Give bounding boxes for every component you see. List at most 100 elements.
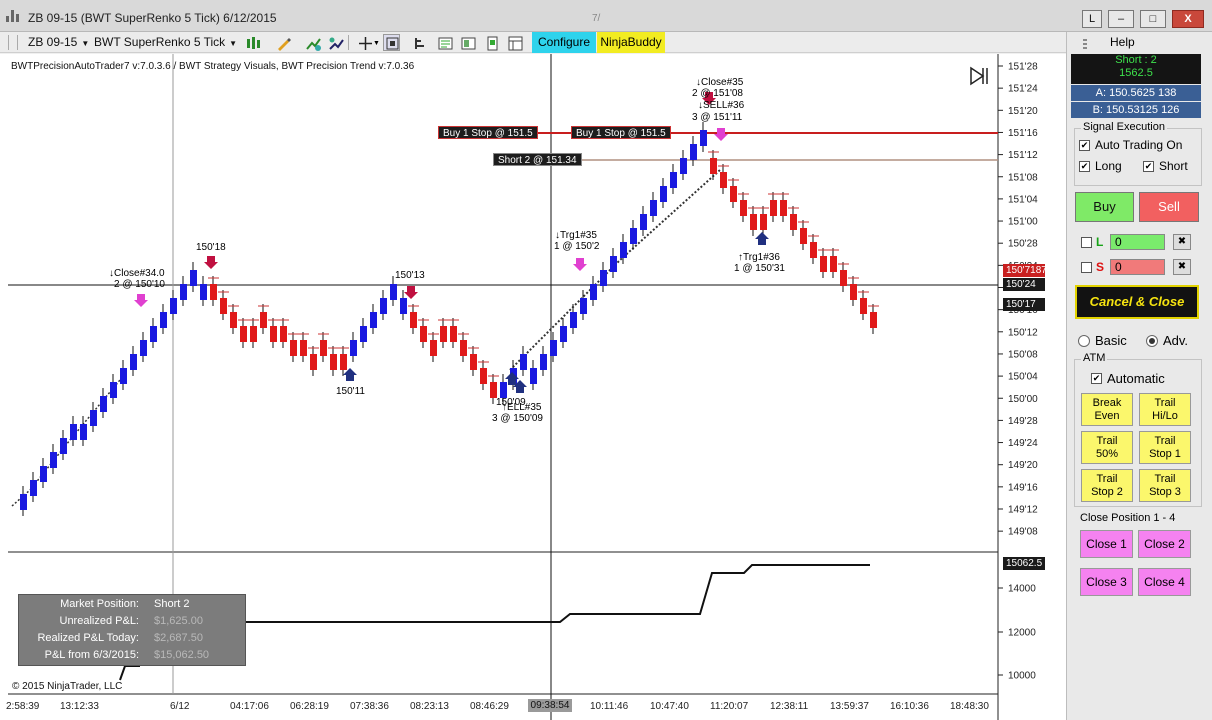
up-bar [530, 368, 537, 384]
window-layout-icon[interactable] [506, 34, 523, 51]
chart-trader-icon[interactable] [412, 34, 429, 51]
down-bar [840, 270, 847, 286]
down-bar [720, 172, 727, 188]
clear-icon[interactable]: ✖ [1173, 234, 1191, 250]
realized-label: Realized P&L Today: [37, 632, 139, 644]
close-window-button[interactable]: X [1172, 10, 1204, 28]
down-bar [830, 256, 837, 272]
data-box-icon[interactable] [383, 34, 400, 51]
trail-stop1-line1: Trail [1154, 435, 1176, 447]
instrument-dropdown[interactable]: ZB 09-15 ▼ [28, 35, 89, 49]
trail-stop2-line1: Trail [1096, 473, 1118, 485]
position-side: Short : 2 [1115, 54, 1157, 66]
ninjabuddy-button[interactable]: NinjaBuddy [597, 32, 665, 53]
up-bar [100, 396, 107, 412]
close-2-button[interactable]: Close 2 [1138, 530, 1191, 558]
up-bar [20, 494, 27, 510]
short-checkbox[interactable]: ✔ [1143, 161, 1154, 172]
sell-35-label: ↑ELL#35 [502, 402, 542, 413]
properties-icon[interactable] [436, 34, 453, 51]
window-title: ZB 09-15 (BWT SuperRenko 5 Tick) 6/12/20… [28, 11, 277, 25]
short-qty-label: S [1096, 260, 1105, 274]
cancel-close-button[interactable]: Cancel & Close [1075, 285, 1199, 319]
crosshair-time-tag: 09:38:54 [528, 699, 572, 712]
strategy-icon[interactable] [327, 34, 344, 51]
help-link[interactable]: Help [1110, 35, 1135, 49]
maximize-button[interactable]: □ [1140, 10, 1166, 28]
close-3-button[interactable]: Close 3 [1080, 568, 1133, 596]
basic-mode-radio[interactable] [1078, 335, 1090, 347]
template-icon[interactable] [459, 34, 476, 51]
up-bar [200, 284, 207, 300]
total-pnl-label: P&L from 6/3/2015: [44, 649, 139, 661]
add-indicator-icon[interactable] [304, 34, 321, 51]
price-tick-label: 149'28 [1008, 416, 1038, 427]
sell-button[interactable]: Sell [1139, 192, 1199, 222]
short-order-label[interactable]: Short 2 @ 151.34 [493, 153, 582, 166]
down-bar [760, 214, 767, 230]
break-even-button[interactable]: Break Even [1081, 393, 1133, 426]
up-bar [650, 200, 657, 216]
trail-stop3-line2: Stop 3 [1149, 486, 1181, 498]
signal-execution-title: Signal Execution [1081, 121, 1167, 133]
long-qty-row: L 0 ✖ [1079, 234, 1199, 250]
link-button[interactable]: L [1082, 10, 1102, 28]
auto-trading-checkbox[interactable]: ✔ [1079, 140, 1090, 151]
short-qty-checkbox[interactable] [1081, 262, 1092, 273]
configure-button[interactable]: Configure [532, 32, 596, 53]
long-qty-checkbox[interactable] [1081, 237, 1092, 248]
trail-50-line1: Trail [1096, 435, 1118, 447]
atm-automatic-checkbox[interactable]: ✔ [1091, 373, 1102, 384]
instrument-label: ZB 09-15 [28, 35, 78, 49]
clear-icon[interactable]: ✖ [1173, 259, 1191, 275]
close-1-button[interactable]: Close 1 [1080, 530, 1133, 558]
time-tick-label: 07:38:36 [350, 701, 389, 712]
chevron-down-icon[interactable]: ▼ [373, 40, 380, 47]
short-qty-input[interactable]: 0 [1110, 259, 1165, 275]
order-level-lines [11, 132, 998, 507]
down-bar [320, 340, 327, 356]
crosshair-icon[interactable] [356, 34, 373, 51]
play-broker-icon[interactable] [968, 66, 990, 86]
trail-stop3-button[interactable]: Trail Stop 3 [1139, 469, 1191, 502]
buy-button[interactable]: Buy [1075, 192, 1134, 222]
price-tick-label: 151'20 [1008, 106, 1038, 117]
down-arrow-icon [573, 258, 587, 271]
down-bar [280, 326, 287, 342]
up-bar [50, 452, 57, 468]
down-bar [450, 326, 457, 342]
market-position-row: Market Position: Short 2 [19, 598, 247, 613]
advanced-mode-radio[interactable] [1146, 335, 1158, 347]
time-tick-label: 18:48:30 [950, 701, 989, 712]
price-tick-label: 151'04 [1008, 194, 1038, 205]
trail-stop2-button[interactable]: Trail Stop 2 [1081, 469, 1133, 502]
bar-type-dropdown[interactable]: BWT SuperRenko 5 Tick ▼ [94, 35, 237, 49]
trail-50-button[interactable]: Trail 50% [1081, 431, 1133, 464]
minimize-button[interactable]: – [1108, 10, 1134, 28]
close-4-button[interactable]: Close 4 [1138, 568, 1191, 596]
time-tick-label: 12:38:11 [770, 701, 809, 712]
buy-stop-order-label[interactable]: Buy 1 Stop @ 151.5 [571, 126, 671, 139]
up-bar [630, 228, 637, 244]
down-bar [870, 312, 877, 328]
draw-pencil-icon[interactable] [274, 34, 291, 51]
time-tick-label: 04:17:06 [230, 701, 269, 712]
up-bar [560, 326, 567, 342]
copyright-text: © 2015 NinjaTrader, LLC [12, 681, 123, 692]
buy-stop-order-label[interactable]: Buy 1 Stop @ 151.5 [438, 126, 538, 139]
up-bar [90, 410, 97, 426]
long-checkbox[interactable]: ✔ [1079, 161, 1090, 172]
trail-hilo-line2: Hi/Lo [1152, 410, 1178, 422]
long-qty-input[interactable]: 0 [1110, 234, 1165, 250]
bar-style-icon[interactable] [244, 34, 261, 51]
up-bar [590, 284, 597, 300]
trail-hilo-button[interactable]: Trail Hi/Lo [1139, 393, 1191, 426]
down-bar [800, 228, 807, 244]
atm-group: ATM ✔ Automatic Break Even Trail Hi/Lo T… [1074, 352, 1202, 507]
last-price-tag: 150'71875 [1003, 264, 1052, 277]
trail-stop1-button[interactable]: Trail Stop 1 [1139, 431, 1191, 464]
down-bar [730, 186, 737, 202]
snapshot-icon[interactable] [483, 34, 500, 51]
target-35-detail: 1 @ 150'2 [554, 241, 600, 252]
grip-icon[interactable] [1083, 39, 1087, 51]
